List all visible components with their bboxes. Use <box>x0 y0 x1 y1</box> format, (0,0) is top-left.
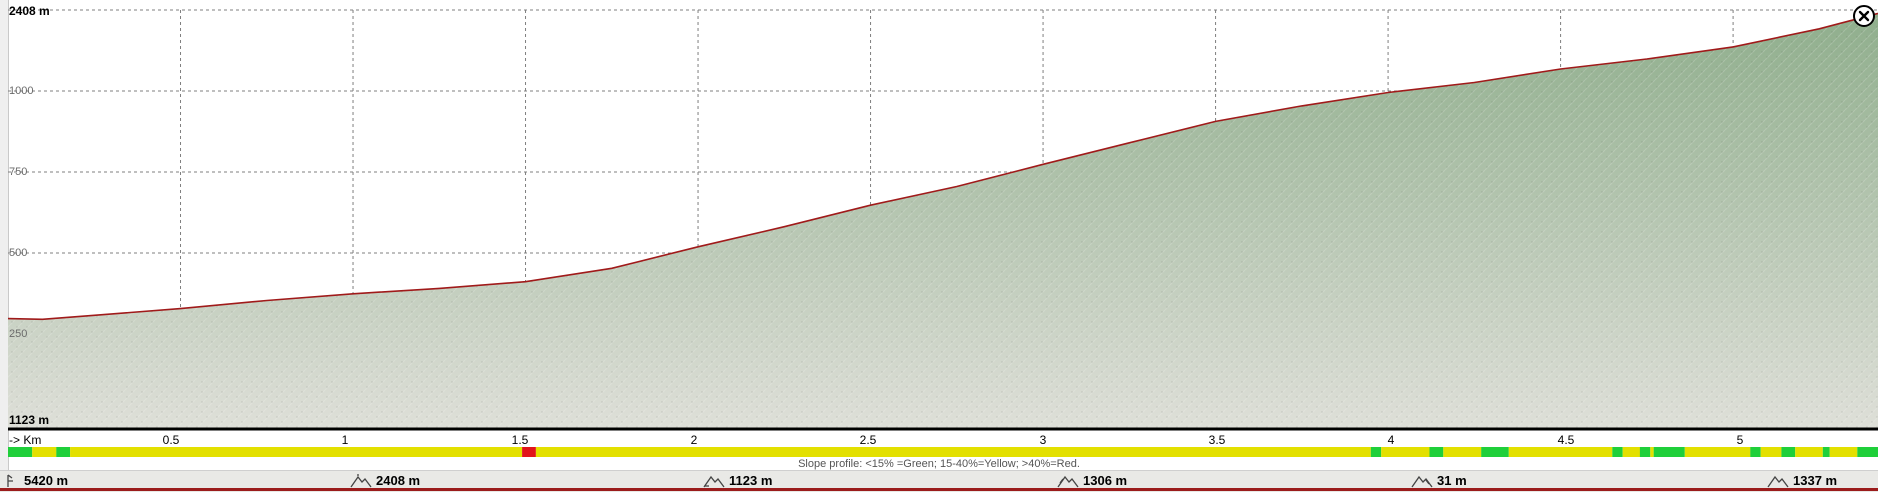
y-tick-label-bottom: 1123 m <box>9 413 50 427</box>
elevation-area <box>7 12 1878 429</box>
ascent-icon <box>1057 475 1079 487</box>
x-tick-label: 0.5 <box>162 433 180 447</box>
elevation-area-texture <box>8 13 1878 429</box>
x-tick-label: 1 <box>341 433 349 447</box>
slope-segment-yellow <box>1829 447 1858 457</box>
stat-distance: 5420 m <box>6 473 68 488</box>
descent-icon <box>1411 475 1433 487</box>
slope-segment-yellow <box>535 447 1371 457</box>
x-axis-title: -> Km <box>9 433 42 447</box>
elevation-chart <box>7 9 1878 431</box>
slope-segment-green <box>1822 447 1830 457</box>
max-altitude-icon <box>350 473 372 487</box>
stat-max-altitude: 2408 m <box>350 473 420 488</box>
slope-segment-yellow <box>1795 447 1823 457</box>
slope-segment-green <box>1429 447 1444 457</box>
slope-segment-green <box>8 447 33 457</box>
y-tick-label: 1000 <box>9 85 34 97</box>
stat-ascent: 1306 m <box>1057 473 1127 488</box>
x-tick-label: 3.5 <box>1208 433 1226 447</box>
x-tick-label: 4 <box>1387 433 1395 447</box>
y-tick-label-top: 2408 m <box>9 4 50 18</box>
stat-distance-value: 5420 m <box>24 473 69 488</box>
close-button[interactable] <box>1853 5 1875 27</box>
stat-max-altitude-value: 2408 m <box>376 473 421 488</box>
distance-icon <box>7 473 13 487</box>
slope-segment-yellow <box>1622 447 1640 457</box>
slope-segment-yellow <box>1684 447 1751 457</box>
x-tick-label: 2.5 <box>859 433 877 447</box>
slope-segment-yellow <box>1381 447 1430 457</box>
min-altitude-icon <box>703 475 725 487</box>
stat-altitude-diff: 1337 m <box>1767 473 1837 488</box>
x-tick-label: 5 <box>1736 433 1744 447</box>
slope-segment-green <box>1857 447 1878 457</box>
slope-segment-red <box>522 447 536 457</box>
slope-segment-green <box>1639 447 1651 457</box>
x-tick-label: 1.5 <box>511 433 529 447</box>
slope-segment-green <box>1750 447 1761 457</box>
slope-segment-green <box>1370 447 1382 457</box>
elevation-profile-window: 2408 m 1000 750 500 250 1123 m -> Km 0.5… <box>0 0 1878 492</box>
slope-profile-bar <box>8 447 1878 457</box>
slope-segment-green <box>1481 447 1509 457</box>
stat-ascent-value: 1306 m <box>1083 473 1128 488</box>
slope-segment-yellow <box>32 447 57 457</box>
slope-profile-legend: Slope profile: <15% =Green; 15-40%=Yello… <box>798 458 1080 470</box>
slope-segment-yellow <box>1508 447 1613 457</box>
slope-segment-yellow <box>70 447 523 457</box>
slope-segment-yellow <box>1650 447 1654 457</box>
slope-segment-yellow <box>1443 447 1482 457</box>
x-tick-label: 2 <box>690 433 698 447</box>
stat-descent-value: 31 m <box>1437 473 1467 488</box>
y-tick-label: 250 <box>9 328 28 340</box>
stat-min-altitude-value: 1123 m <box>729 473 773 488</box>
x-tick-label: 3 <box>1039 433 1047 447</box>
stat-min-altitude: 1123 m <box>703 473 772 488</box>
x-tick-label: 4.5 <box>1557 433 1575 447</box>
slope-segment-green <box>1612 447 1623 457</box>
slope-segment-green <box>56 447 71 457</box>
altitude-diff-icon <box>1767 475 1789 487</box>
stat-altitude-diff-value: 1337 m <box>1793 473 1838 488</box>
y-tick-label: 750 <box>9 166 28 178</box>
y-tick-label: 500 <box>9 247 28 259</box>
stat-descent: 31 m <box>1411 473 1467 488</box>
slope-segment-yellow <box>1760 447 1782 457</box>
slope-segment-green <box>1653 447 1685 457</box>
close-icon <box>1858 10 1870 22</box>
slope-segment-green <box>1781 447 1796 457</box>
